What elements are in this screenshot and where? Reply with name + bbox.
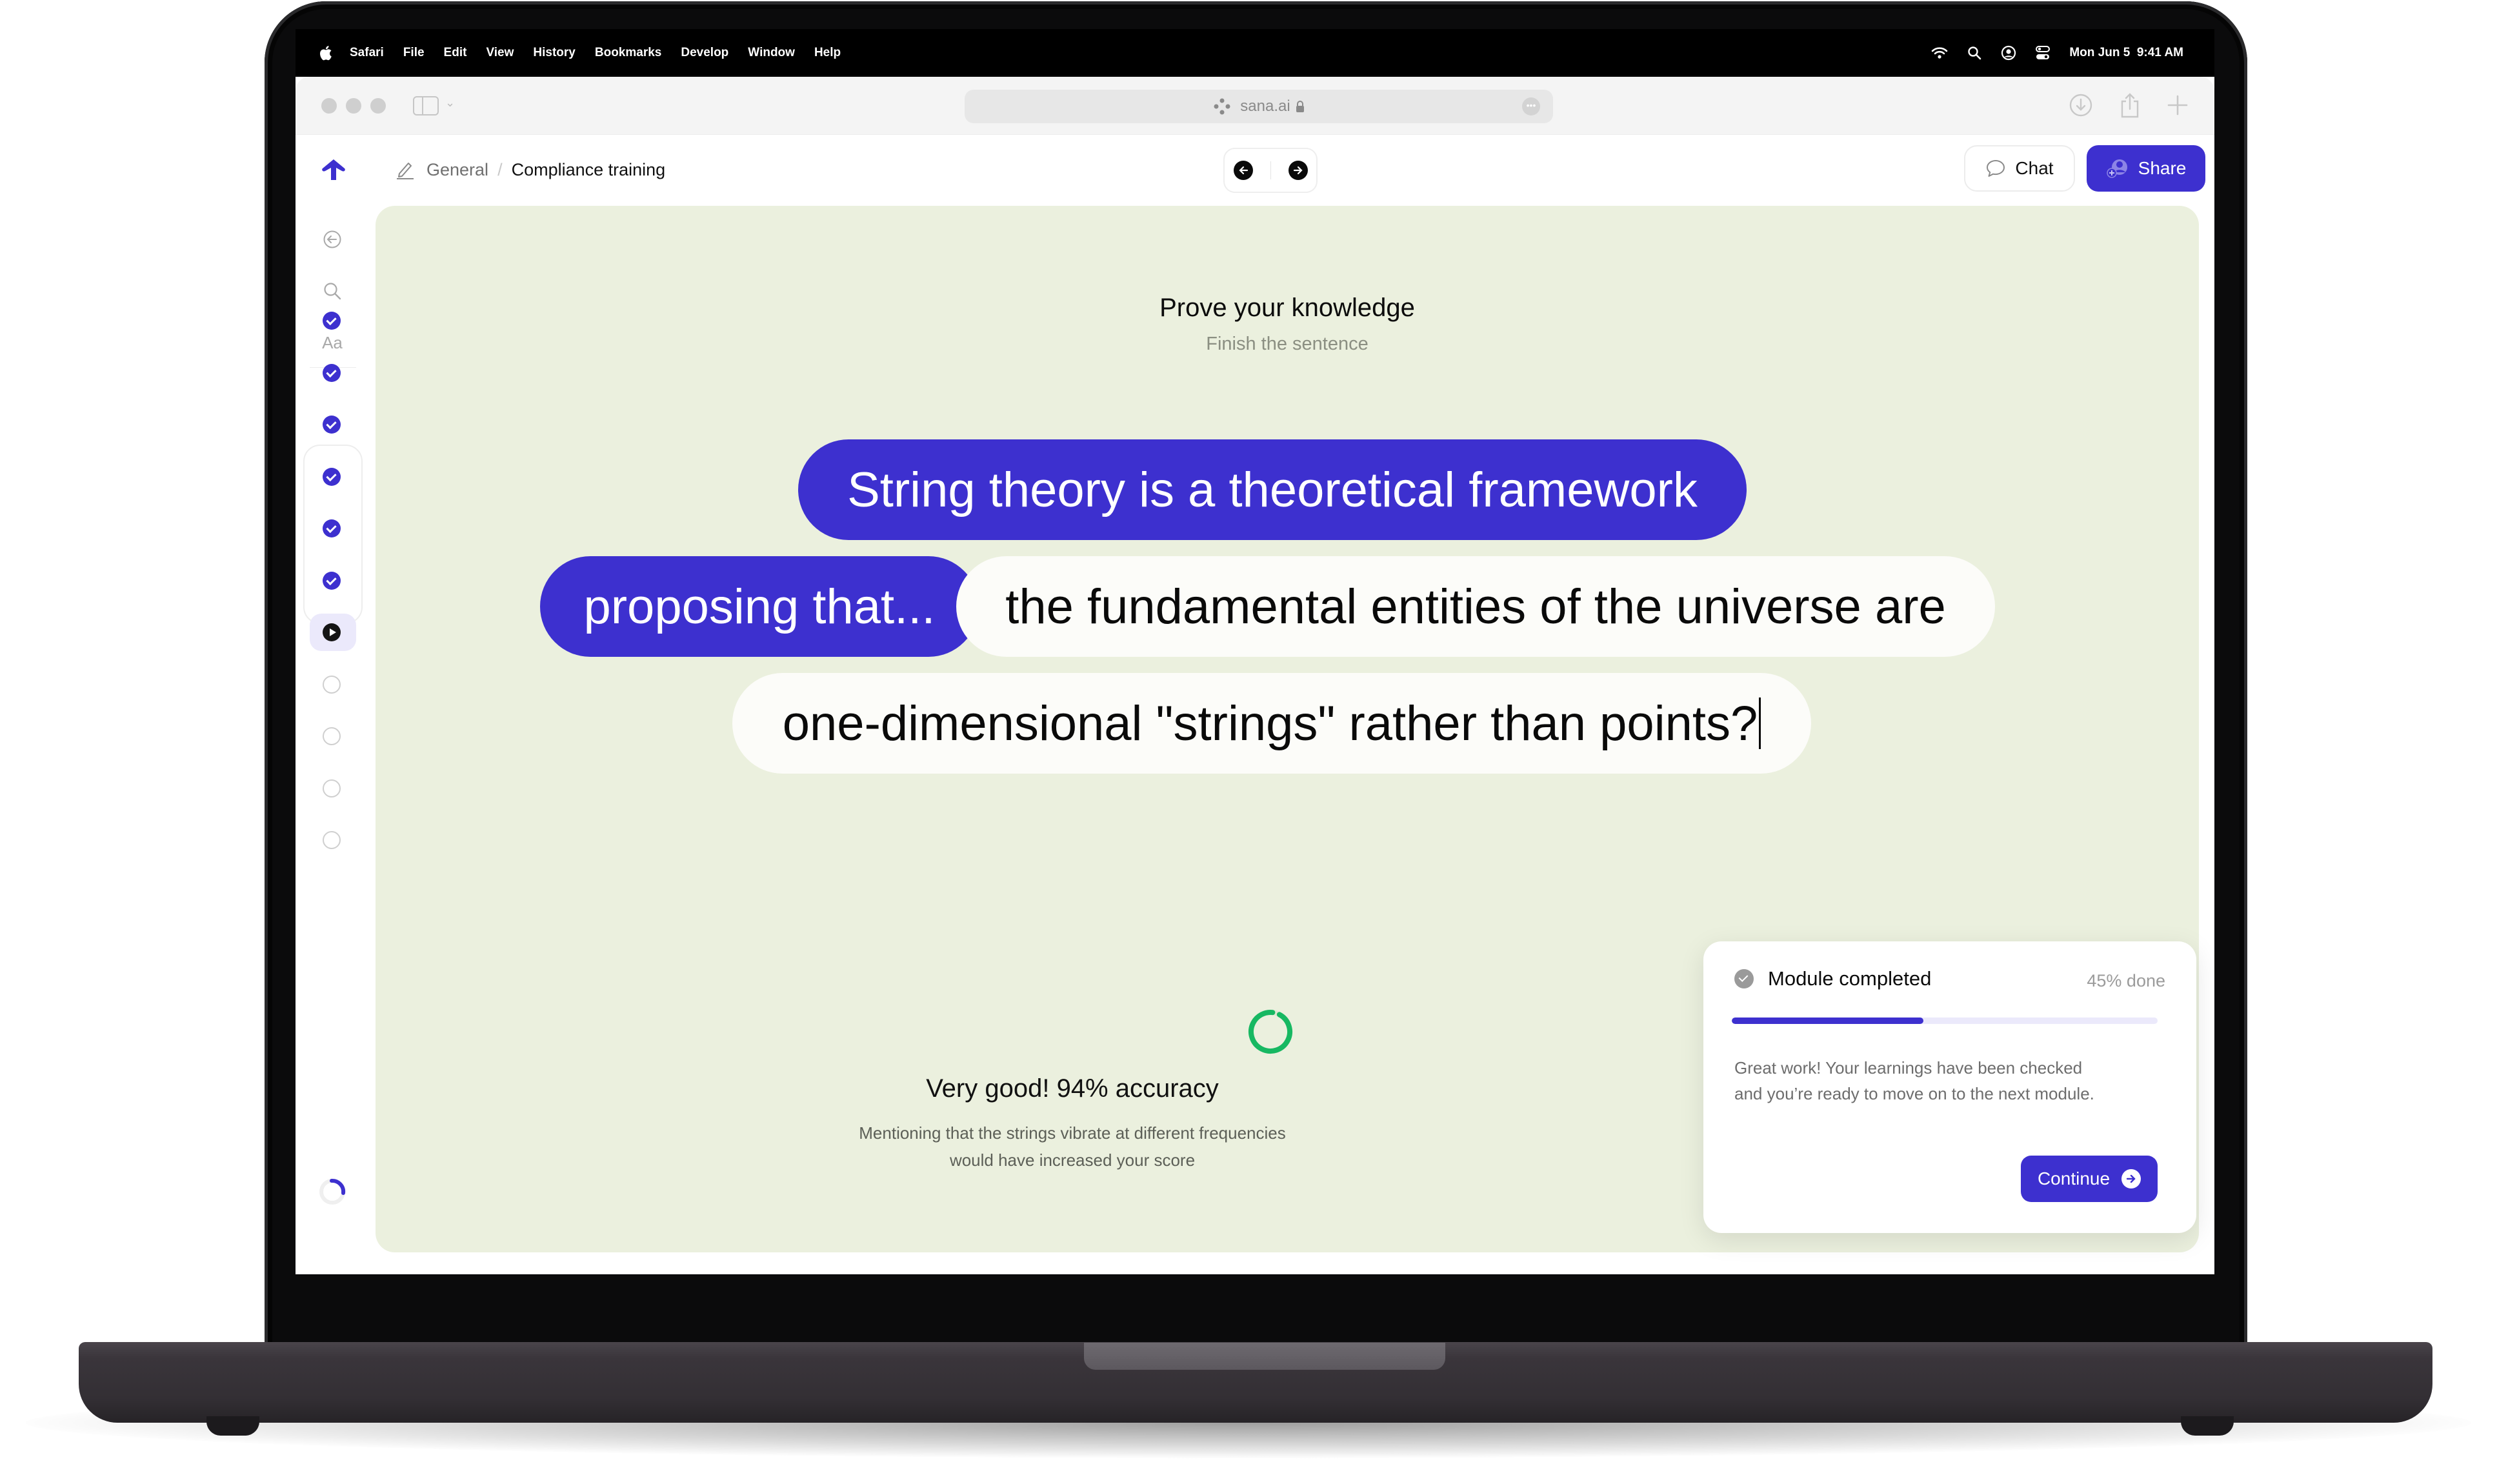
navigation-divider — [1270, 161, 1271, 179]
macos-menubar: Safari File Edit View History Bookmarks … — [296, 29, 2214, 77]
module-progress-fill — [1732, 1018, 1923, 1024]
step-pending-icon[interactable] — [323, 727, 341, 745]
check-circle-icon — [1734, 969, 1754, 988]
breadcrumb: General / Compliance training — [396, 159, 665, 180]
chat-button-label: Chat — [2015, 158, 2054, 178]
address-bar[interactable]: sana.ai ••• — [965, 90, 1553, 123]
sana-logo-icon[interactable] — [320, 157, 347, 183]
menu-develop[interactable]: Develop — [681, 46, 728, 60]
laptop-lid-notch — [1084, 1343, 1445, 1370]
wifi-icon[interactable] — [1931, 46, 1948, 59]
add-person-icon — [2106, 159, 2127, 178]
chevron-down-icon[interactable]: ⌄ — [445, 96, 455, 110]
loading-spinner-icon — [319, 1178, 346, 1205]
sana-app: General / Compliance training Chat Share… — [296, 135, 2214, 1274]
module-progress-label: 45% done — [2087, 971, 2165, 990]
menu-bookmarks[interactable]: Bookmarks — [595, 46, 662, 60]
step-completed-icon[interactable] — [323, 467, 341, 486]
text-style-icon[interactable]: Aa — [321, 331, 344, 354]
module-progress-bar — [1732, 1018, 2158, 1024]
menubar-clock[interactable]: Mon Jun 5 9:41 AM — [2069, 46, 2183, 60]
step-pending-icon[interactable] — [323, 779, 341, 797]
new-tab-icon[interactable] — [2167, 94, 2189, 116]
spotlight-search-icon[interactable] — [1967, 46, 1981, 60]
menu-help[interactable]: Help — [814, 46, 841, 60]
downloads-icon[interactable] — [2069, 93, 2093, 117]
edit-pencil-icon[interactable] — [396, 159, 415, 180]
continue-button[interactable]: Continue — [2021, 1156, 2158, 1202]
menu-view[interactable]: View — [486, 46, 514, 60]
safari-toolbar: ⌄ sana.ai ••• — [296, 77, 2214, 135]
prompt-bubble: String theory is a theoretical framework — [798, 439, 1747, 540]
safari-window: ⌄ sana.ai ••• General / Compliance train… — [296, 77, 2214, 1274]
url-text[interactable]: sana.ai — [1240, 97, 1290, 115]
close-window-button[interactable] — [321, 98, 337, 114]
answer-text: one-dimensional "strings" rather than po… — [782, 696, 1758, 751]
module-title: Module completed — [1768, 967, 1932, 990]
result-title: Very good! 94% accuracy — [926, 1074, 1219, 1103]
course-rail: Aa — [296, 206, 366, 1274]
step-completed-icon[interactable] — [323, 416, 341, 434]
continue-button-label: Continue — [2037, 1168, 2111, 1188]
menu-history[interactable]: History — [533, 46, 575, 60]
share-button[interactable]: Share — [2087, 145, 2205, 192]
minimize-window-button[interactable] — [346, 98, 361, 114]
step-completed-icon[interactable] — [323, 363, 341, 382]
breadcrumb-parent-link[interactable]: General — [426, 160, 488, 180]
prompt-bubble: proposing that... — [540, 556, 979, 657]
page-menu-icon[interactable]: ••• — [1522, 97, 1540, 115]
quiz-title: Prove your knowledge — [1159, 294, 1415, 322]
slide-navigation — [1223, 148, 1318, 193]
share-icon[interactable] — [2119, 92, 2141, 118]
arrow-right-icon — [1293, 166, 1303, 175]
control-center-icon[interactable] — [2036, 45, 2051, 61]
step-completed-icon[interactable] — [323, 519, 341, 537]
arrow-left-icon — [1238, 166, 1248, 175]
module-message-line: and you’re ready to move on to the next … — [1734, 1084, 2094, 1103]
apple-logo-icon[interactable] — [317, 45, 333, 61]
zoom-window-button[interactable] — [370, 98, 386, 114]
step-current-play-icon[interactable] — [323, 623, 341, 641]
breadcrumb-current: Compliance training — [511, 159, 666, 179]
previous-button[interactable] — [1233, 161, 1253, 180]
feedback-line: Mentioning that the strings vibrate at d… — [859, 1123, 1286, 1143]
window-controls — [321, 98, 386, 114]
menu-window[interactable]: Window — [748, 46, 795, 60]
module-header: Module completed — [1734, 967, 1931, 990]
text-cursor — [1759, 697, 1761, 749]
share-button-label: Share — [2138, 158, 2187, 178]
arrow-right-circle-icon — [2121, 1169, 2141, 1188]
quiz-card: Prove your knowledge Finish the sentence… — [376, 206, 2199, 1252]
back-icon[interactable] — [321, 228, 344, 251]
menu-app-name[interactable]: Safari — [350, 46, 384, 60]
accuracy-ring-icon — [1248, 1010, 1292, 1054]
module-message-line: Great work! Your learnings have been che… — [1734, 1058, 2083, 1078]
step-completed-icon[interactable] — [323, 312, 341, 330]
answer-bubble[interactable]: the fundamental entities of the universe… — [956, 556, 1995, 657]
chat-button[interactable]: Chat — [1964, 145, 2075, 192]
answer-input[interactable]: one-dimensional "strings" rather than po… — [732, 673, 1811, 774]
chat-bubble-icon — [1987, 160, 2005, 177]
module-completed-panel: Module completed 45% done Great work! Yo… — [1703, 941, 2196, 1233]
app-header: General / Compliance training Chat Share — [296, 135, 2214, 206]
step-completed-icon[interactable] — [323, 571, 341, 590]
laptop-foot-right — [2181, 1416, 2234, 1436]
breadcrumb-separator: / — [497, 159, 503, 179]
menu-edit[interactable]: Edit — [444, 46, 467, 60]
quiz-subtitle: Finish the sentence — [1206, 334, 1369, 354]
result-feedback: Mentioning that the strings vibrate at d… — [376, 1119, 1769, 1174]
feedback-line: would have increased your score — [949, 1150, 1196, 1170]
sidebar-toggle-icon[interactable] — [413, 96, 439, 115]
step-pending-icon[interactable] — [323, 831, 341, 849]
search-icon[interactable] — [321, 279, 344, 303]
screen: Safari File Edit View History Bookmarks … — [296, 29, 2214, 1274]
site-favicon-icon — [1214, 98, 1230, 115]
next-button[interactable] — [1288, 161, 1308, 180]
step-pending-icon[interactable] — [323, 675, 341, 694]
menu-file[interactable]: File — [403, 46, 425, 60]
module-message: Great work! Your learnings have been che… — [1734, 1055, 2147, 1107]
user-account-icon[interactable] — [2001, 45, 2016, 61]
lock-icon — [1296, 101, 1304, 112]
laptop-foot-left — [206, 1416, 259, 1436]
